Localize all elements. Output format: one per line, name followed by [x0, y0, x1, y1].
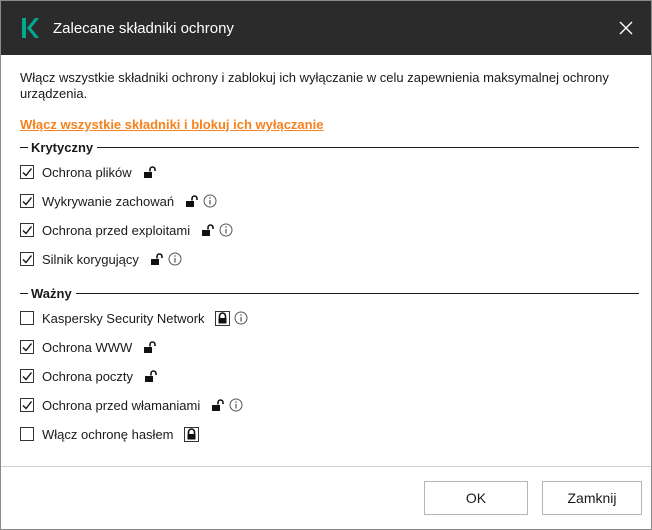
group-title: Krytyczny: [31, 139, 94, 155]
component-label: Kaspersky Security Network: [42, 310, 205, 326]
component-checkbox[interactable]: [20, 252, 34, 266]
group-divider: [97, 146, 639, 148]
lock-open-icon[interactable]: [149, 252, 164, 267]
group-header: Krytyczny: [20, 138, 639, 156]
enable-all-link[interactable]: Włącz wszystkie składniki i blokuj ich w…: [20, 117, 323, 132]
component-checkbox[interactable]: [20, 223, 34, 237]
component-row[interactable]: Kaspersky Security Network: [20, 308, 248, 328]
lock-open-icon[interactable]: [184, 194, 199, 209]
group-divider: [75, 292, 639, 294]
component-row[interactable]: Ochrona przed włamaniami: [20, 395, 243, 415]
component-label: Ochrona przed włamaniami: [42, 397, 201, 413]
component-label: Ochrona plików: [42, 164, 132, 180]
info-icon[interactable]: [234, 311, 248, 325]
component-row[interactable]: Włącz ochronę hasłem: [20, 424, 202, 444]
component-row[interactable]: Silnik korygujący: [20, 249, 182, 269]
component-label: Ochrona WWW: [42, 339, 133, 355]
info-icon[interactable]: [203, 194, 217, 208]
info-icon[interactable]: [229, 398, 243, 412]
component-checkbox[interactable]: [20, 194, 34, 208]
dialog-footer: OK Zamknij: [1, 466, 651, 529]
lock-closed-icon[interactable]: [183, 426, 199, 442]
component-checkbox[interactable]: [20, 398, 34, 412]
component-row[interactable]: Ochrona poczty: [20, 366, 161, 386]
dialog-window: Zalecane składniki ochrony Włącz wszystk…: [0, 0, 652, 530]
component-row[interactable]: Ochrona przed exploitami: [20, 220, 233, 240]
component-row[interactable]: Ochrona plików: [20, 162, 160, 182]
component-label: Silnik korygujący: [42, 251, 139, 267]
lock-open-icon[interactable]: [200, 223, 215, 238]
close-button[interactable]: Zamknij: [542, 481, 642, 515]
component-row[interactable]: Wykrywanie zachowań: [20, 191, 217, 211]
component-label: Włącz ochronę hasłem: [42, 426, 174, 442]
component-label: Wykrywanie zachowań: [42, 193, 175, 209]
description-text: Włącz wszystkie składniki ochrony i zabl…: [20, 70, 609, 101]
group-title: Ważny: [31, 285, 72, 301]
lock-open-icon[interactable]: [142, 340, 157, 355]
component-checkbox[interactable]: [20, 369, 34, 383]
close-icon[interactable]: [615, 17, 637, 39]
lock-open-icon[interactable]: [143, 369, 158, 384]
title-bar: Zalecane składniki ochrony: [1, 1, 651, 55]
component-checkbox[interactable]: [20, 427, 34, 441]
info-icon[interactable]: [219, 223, 233, 237]
kaspersky-logo-icon: [19, 15, 41, 41]
group-divider: [20, 146, 28, 148]
lock-closed-icon[interactable]: [214, 310, 230, 326]
lock-open-icon[interactable]: [142, 165, 157, 180]
group-header: Ważny: [20, 284, 639, 302]
component-checkbox[interactable]: [20, 340, 34, 354]
ok-button[interactable]: OK: [424, 481, 528, 515]
group-divider: [20, 292, 28, 294]
dialog-content: Włącz wszystkie składniki ochrony i zabl…: [1, 55, 651, 529]
component-checkbox[interactable]: [20, 311, 34, 325]
dialog-title: Zalecane składniki ochrony: [53, 19, 234, 37]
component-checkbox[interactable]: [20, 165, 34, 179]
info-icon[interactable]: [168, 252, 182, 266]
component-label: Ochrona poczty: [42, 368, 134, 384]
component-row[interactable]: Ochrona WWW: [20, 337, 160, 357]
component-label: Ochrona przed exploitami: [42, 222, 191, 238]
lock-open-icon[interactable]: [210, 398, 225, 413]
